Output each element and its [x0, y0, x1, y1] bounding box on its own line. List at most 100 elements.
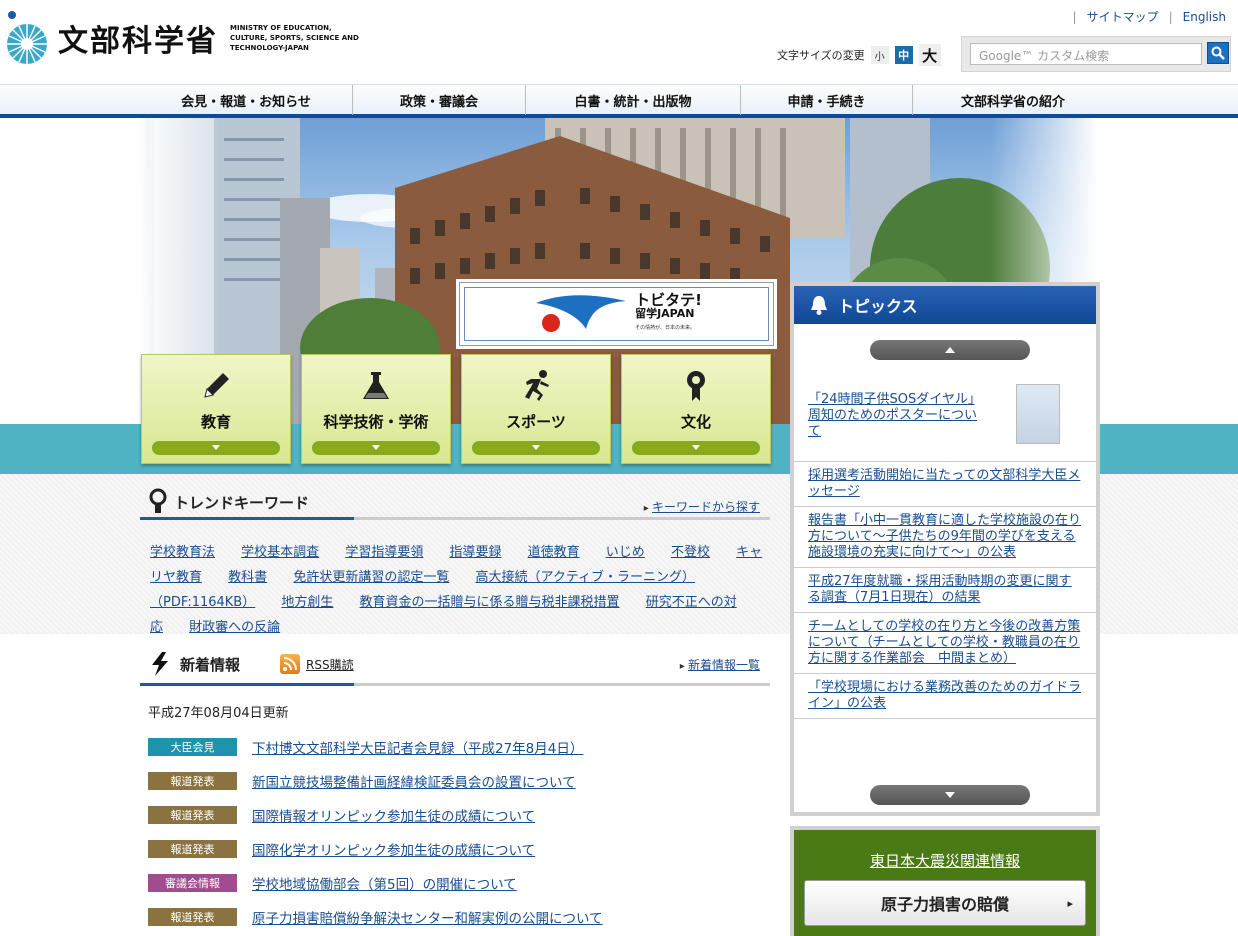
topic-link[interactable]: 「24時間子供SOSダイヤル」周知のためのポスターについて — [808, 392, 978, 440]
topics-scroll-up-button[interactable] — [870, 340, 1030, 360]
font-size-large-button[interactable]: 大 — [918, 44, 941, 66]
chevron-down-icon — [312, 441, 440, 455]
nav-item-publications[interactable]: 白書・統計・出版物 — [526, 85, 741, 115]
rss-link[interactable]: RSS購読 — [306, 656, 354, 673]
tobitate-bird-logo — [536, 295, 627, 332]
keyword-search-link-wrap: キーワードから探す — [644, 498, 760, 515]
topic-item: チームとしての学校の在り方と今後の改善方策について（チームとしての学校・教職員の… — [794, 613, 1096, 674]
english-link[interactable]: English — [1183, 10, 1226, 24]
trend-keyword-header: トレンドキーワード キーワードから探す — [140, 474, 770, 520]
global-nav: 会見・報道・お知らせ 政策・審議会 白書・統計・出版物 申請・手続き 文部科学省… — [0, 84, 1238, 118]
news-item: 報道発表 新国立競技場整備計画経緯検証委員会の設置について — [148, 764, 788, 798]
topic-link[interactable]: 平成27年度就職・採用活動時期の変更に関する調査（7月1日現在）の結果 — [808, 574, 1072, 605]
topic-item: 採用選考活動開始に当たっての文部科学大臣メッセージ — [794, 462, 1096, 507]
nuclear-compensation-button[interactable]: 原子力損害の賠償 — [804, 880, 1086, 926]
news-link[interactable]: 国際情報オリンピック参加生徒の成績について — [252, 805, 535, 825]
keyword-link[interactable]: 学校教育法 — [150, 545, 215, 560]
keyword-link[interactable]: 学習指導要領 — [345, 545, 423, 560]
search-input[interactable]: Google™ カスタム検索 — [970, 43, 1202, 65]
nav-item-about[interactable]: 文部科学省の紹介 — [913, 85, 1113, 115]
chevron-down-icon — [152, 441, 280, 455]
nav-item-press[interactable]: 会見・報道・お知らせ — [140, 85, 353, 115]
sitemap-link[interactable]: サイトマップ — [1087, 8, 1159, 25]
keyword-link[interactable]: 道徳教育 — [528, 545, 580, 560]
runner-icon — [462, 369, 610, 403]
news-item: 審議会情報 学校地域協働部会（第5回）の開催について — [148, 866, 788, 900]
category-label: 文化 — [680, 413, 711, 431]
tobitate-subtitle: 留学JAPAN — [635, 307, 695, 320]
topic-link[interactable]: チームとしての学校の在り方と今後の改善方策について（チームとしての学校・教職員の… — [808, 619, 1080, 666]
topic-item: 報告書「小中一貫教育に適した学校施設の在り方について～子供たちの9年間の学びを支… — [794, 507, 1096, 568]
topics-title: トピックス — [838, 297, 918, 316]
news-item: 報道発表 原子力損害賠償紛争解決センター和解実例の公開について — [148, 900, 788, 934]
news-link[interactable]: 下村博文文部科学大臣記者会見録（平成27年8月4日） — [252, 737, 583, 757]
tobitate-text: トビタテ! 留学JAPAN その情熱が、日本の未来。 — [635, 293, 702, 335]
section-title: 新着情報 — [180, 656, 241, 674]
nav-item-policy[interactable]: 政策・審議会 — [353, 85, 526, 115]
news-item: 報道発表 国際情報オリンピック参加生徒の成績について — [148, 798, 788, 832]
category-science[interactable]: 科学技術・学術 — [301, 354, 451, 464]
lightning-icon — [152, 652, 168, 676]
topics-panel: トピックス 「24時間子供SOSダイヤル」周知のためのポスターについて 採用選考… — [790, 282, 1100, 816]
section-underline — [140, 683, 770, 686]
chevron-down-icon — [472, 441, 600, 455]
search-button[interactable] — [1207, 42, 1229, 64]
tobitate-banner[interactable]: トビタテ! 留学JAPAN その情熱が、日本の未来。 — [459, 282, 774, 346]
keyword-link[interactable]: 地方創生 — [281, 595, 333, 610]
topic-item: 「24時間子供SOSダイヤル」周知のためのポスターについて — [794, 376, 1096, 462]
keyword-link[interactable]: 学校基本調査 — [241, 545, 319, 560]
keyword-link[interactable]: 教科書 — [228, 570, 267, 585]
news-more-link-wrap: 新着情報一覧 — [680, 656, 760, 673]
news-link[interactable]: 原子力損害賠償紛争解決センター和解実例の公開について — [252, 907, 603, 927]
section-title: トレンドキーワード — [174, 494, 310, 512]
topics-list: 「24時間子供SOSダイヤル」周知のためのポスターについて 採用選考活動開始に当… — [794, 376, 1096, 719]
news-category-badge: 報道発表 — [148, 772, 237, 790]
keyword-link[interactable]: いじめ — [606, 545, 645, 560]
category-sports[interactable]: スポーツ — [461, 354, 611, 464]
site-logo[interactable]: 文部科学省 MINISTRY OF EDUCATION, CULTURE, SP… — [6, 10, 360, 66]
keyword-link[interactable]: 免許状更新講習の認定一覧 — [293, 570, 449, 585]
news-list: 大臣会見 下村博文文部科学大臣記者会見録（平成27年8月4日） 報道発表 新国立競技場… — [148, 730, 788, 934]
font-size-small-button[interactable]: 小 — [870, 46, 889, 64]
news-link[interactable]: 国際化学オリンピック参加生徒の成績について — [252, 839, 535, 859]
topics-scroll-down-button[interactable] — [870, 785, 1030, 805]
news-link[interactable]: 学校地域協働部会（第5回）の開催について — [252, 873, 517, 893]
font-size-label: 文字サイズの変更 — [777, 49, 865, 62]
keyword-link[interactable]: 不登校 — [671, 545, 710, 560]
keyword-link[interactable]: 教育資金の一括贈与に係る贈与税非課税措置 — [360, 595, 620, 610]
news-item: 大臣会見 下村博文文部科学大臣記者会見録（平成27年8月4日） — [148, 730, 788, 764]
category-label: 科学技術・学術 — [323, 413, 429, 431]
nav-item-applications[interactable]: 申請・手続き — [741, 85, 913, 115]
category-education[interactable]: 教育 — [141, 354, 291, 464]
category-culture[interactable]: 文化 — [621, 354, 771, 464]
earthquake-link-wrap: 東日本大震災関連情報 — [794, 850, 1096, 871]
news-update-date: 平成27年08月04日更新 — [148, 706, 289, 721]
flask-icon — [302, 369, 450, 403]
chevron-down-icon — [632, 441, 760, 455]
topic-link[interactable]: 「学校現場における業務改善のためのガイドライン」の公表 — [808, 680, 1081, 711]
earthquake-panel: 東日本大震災関連情報 原子力損害の賠償 — [790, 826, 1100, 936]
utility-links: | サイトマップ | English — [1073, 8, 1226, 25]
pencil-icon — [142, 369, 290, 403]
rss-icon — [280, 654, 300, 674]
keyword-link[interactable]: 財政審への反論 — [189, 620, 280, 635]
keyword-link[interactable]: 指導要録 — [449, 545, 501, 560]
news-link[interactable]: 新国立競技場整備計画経緯検証委員会の設置について — [252, 771, 576, 791]
keyword-list: 学校教育法 学校基本調査 学習指導要領 指導要録 道徳教育 いじめ 不登校 キャ… — [150, 540, 770, 640]
search-icon — [1211, 46, 1225, 60]
earthquake-info-link[interactable]: 東日本大震災関連情報 — [870, 852, 1020, 870]
topic-item: 平成27年度就職・採用活動時期の変更に関する調査（7月1日現在）の結果 — [794, 568, 1096, 613]
category-label: スポーツ — [506, 413, 566, 431]
news-list-link[interactable]: 新着情報一覧 — [688, 658, 760, 672]
keyword-search-link[interactable]: キーワードから探す — [652, 500, 760, 514]
section-underline — [140, 517, 770, 520]
news-category-badge: 報道発表 — [148, 840, 237, 858]
topic-link[interactable]: 採用選考活動開始に当たっての文部科学大臣メッセージ — [808, 468, 1080, 499]
font-size-medium-button[interactable]: 中 — [894, 46, 913, 64]
news-category-badge: 報道発表 — [148, 908, 237, 926]
lightbulb-icon — [149, 488, 167, 513]
sos-poster-image[interactable] — [1016, 384, 1060, 444]
award-ribbon-icon — [622, 369, 770, 403]
topic-link[interactable]: 報告書「小中一貫教育に適した学校施設の在り方について～子供たちの9年間の学びを支… — [808, 513, 1081, 560]
news-item: 報道発表 国際化学オリンピック参加生徒の成績について — [148, 832, 788, 866]
